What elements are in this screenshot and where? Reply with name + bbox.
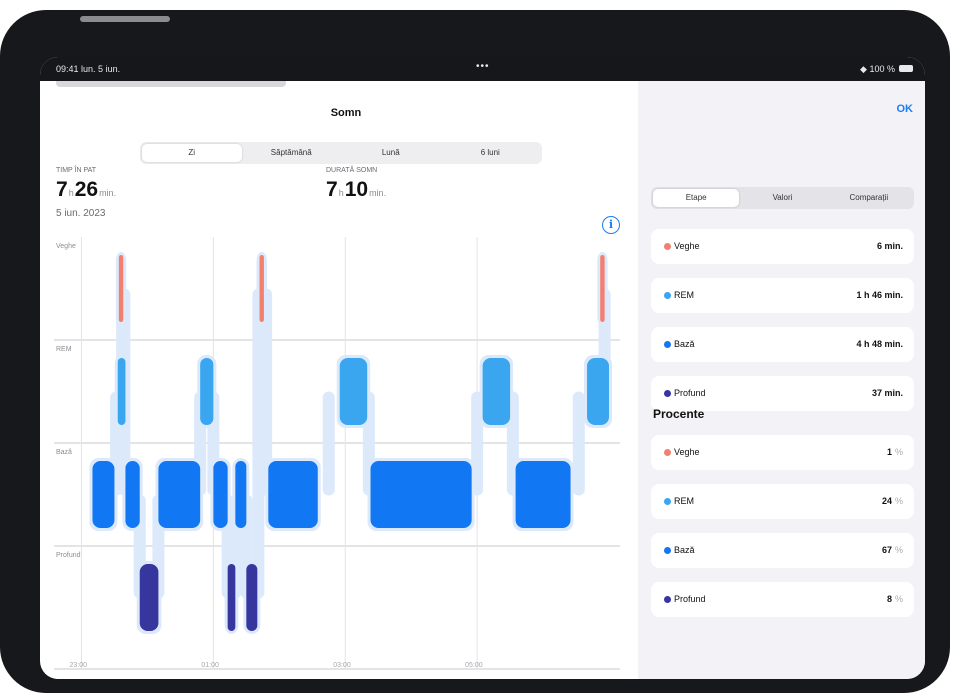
sleep-date: 5 iun. 2023 <box>56 208 106 219</box>
battery-status: ◆ 100 % <box>860 64 895 74</box>
stages-sidebar: OK Etape Valori Comparații Veghe 6 min. … <box>638 81 925 679</box>
stage-label: Bază <box>56 449 72 456</box>
x-tick-label: 01:00 <box>201 662 219 669</box>
stage-label: Veghe <box>56 243 76 250</box>
stage-block <box>339 358 368 425</box>
tab-comparisons[interactable]: Comparații <box>826 189 912 207</box>
info-icon[interactable]: i <box>602 216 620 234</box>
stage-row-rem[interactable]: REM 1 h 46 min. <box>651 278 914 313</box>
stage-block <box>139 564 159 631</box>
stage-row-awake[interactable]: Veghe 6 min. <box>651 229 914 264</box>
awake-dot-icon <box>664 243 671 250</box>
sleep-chart-pane: Somn Zi Săptămână Lună 6 luni TIMP ÎN PA… <box>54 87 638 679</box>
period-week[interactable]: Săptămână <box>242 144 342 162</box>
screen: 09:41 lun. 5 iun. ••• ◆ 100 % Somn Zi Să… <box>40 57 925 679</box>
deep-dot-icon <box>664 596 671 603</box>
stage-label: REM <box>56 346 72 353</box>
rem-dot-icon <box>664 498 671 505</box>
percent-section-title: Procente <box>653 407 705 421</box>
percent-row-core[interactable]: Bază 67% <box>651 533 914 568</box>
stage-block <box>227 564 236 631</box>
status-time: 09:41 lun. 5 iun. <box>56 64 121 74</box>
stage-block <box>92 461 115 528</box>
percent-row-awake[interactable]: Veghe 1% <box>651 435 914 470</box>
stage-block <box>482 358 511 425</box>
sheet-title: Somn <box>330 107 362 119</box>
ok-button[interactable]: OK <box>897 103 914 115</box>
stage-block <box>158 461 201 528</box>
percent-row-deep[interactable]: Profund 8% <box>651 582 914 617</box>
stage-block <box>117 358 126 425</box>
stage-block <box>125 461 140 528</box>
awake-dot-icon <box>664 449 671 456</box>
stage-block <box>118 255 124 322</box>
stage-label: Profund <box>56 552 81 559</box>
stage-block <box>268 461 318 528</box>
in-bed-value: 7h26min. <box>56 178 117 201</box>
stage-block <box>587 358 610 425</box>
core-dot-icon <box>664 341 671 348</box>
multitasking-dots-icon[interactable]: ••• <box>476 61 490 72</box>
top-button <box>80 16 170 22</box>
tab-stages[interactable]: Etape <box>653 189 740 207</box>
period-month[interactable]: Lună <box>341 144 441 162</box>
ipad-frame: 09:41 lun. 5 iun. ••• ◆ 100 % Somn Zi Să… <box>0 10 950 693</box>
percent-row-rem[interactable]: REM 24% <box>651 484 914 519</box>
core-dot-icon <box>664 547 671 554</box>
period-day[interactable]: Zi <box>142 144 242 162</box>
sidebar-tabs: Etape Valori Comparații <box>651 187 914 209</box>
x-tick-label: 05:00 <box>465 662 483 669</box>
stage-block <box>200 358 214 425</box>
asleep-value: 7h10min. <box>326 178 387 201</box>
stage-block <box>370 461 472 528</box>
status-bar: 09:41 lun. 5 iun. ••• ◆ 100 % <box>40 57 925 81</box>
stage-row-core[interactable]: Bază 4 h 48 min. <box>651 327 914 362</box>
period-6-months[interactable]: 6 luni <box>441 144 541 162</box>
rem-dot-icon <box>664 292 671 299</box>
period-selector: Zi Săptămână Lună 6 luni <box>140 142 542 164</box>
stage-block <box>600 255 605 322</box>
tab-values[interactable]: Valori <box>739 189 825 207</box>
deep-dot-icon <box>664 390 671 397</box>
stage-row-deep[interactable]: Profund 37 min. <box>651 376 914 411</box>
wifi-icon: ◆ <box>860 64 867 74</box>
stage-transition <box>322 391 335 496</box>
stage-block <box>515 461 571 528</box>
x-tick-label: 03:00 <box>333 662 351 669</box>
stage-block <box>246 564 258 631</box>
sleep-stages-chart: Veghe REM Bază Profund 23:00 01:00 03:00 05:00 <box>54 237 620 670</box>
stage-block <box>235 461 247 528</box>
x-tick-label: 23:00 <box>69 662 87 669</box>
battery-icon <box>899 65 913 72</box>
asleep-label: DURATĂ SOMN <box>326 167 378 174</box>
stage-block <box>259 255 264 322</box>
in-bed-label: TIMP ÎN PAT <box>56 167 97 174</box>
stage-block <box>213 461 228 528</box>
stage-transition <box>572 391 585 496</box>
